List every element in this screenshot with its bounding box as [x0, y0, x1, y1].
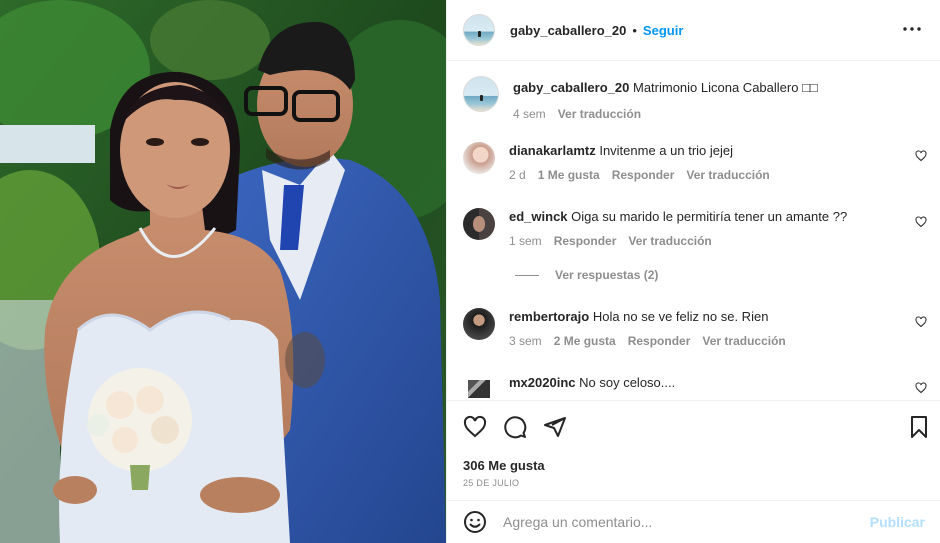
- comments-list[interactable]: gaby_caballero_20 Matrimonio Licona Caba…: [447, 62, 940, 400]
- post-date[interactable]: 25 DE JULIO: [463, 478, 519, 488]
- commenter-avatar[interactable]: [463, 208, 495, 240]
- comment-row: ed_winck Oiga su marido le permitiría te…: [463, 208, 927, 250]
- share-icon[interactable]: [543, 415, 567, 439]
- comment-text: No soy celoso....: [579, 375, 676, 390]
- comment-text: Invitenme a un trio jejej: [599, 143, 734, 158]
- comment-text: Oiga su marido le permitiría tener un am…: [571, 209, 848, 224]
- header-separator: •: [632, 22, 637, 38]
- comment-likes[interactable]: 1 Me gusta: [538, 166, 600, 184]
- caption-text: Matrimonio Licona Caballero □□: [632, 80, 818, 95]
- comment-row: dianakarlamtz Invitenme a un trio jejej …: [463, 142, 927, 184]
- comment-heart-icon[interactable]: [915, 316, 927, 328]
- caption-translate-link[interactable]: Ver traducción: [558, 105, 641, 123]
- translate-link[interactable]: Ver traducción: [702, 332, 785, 350]
- reply-button[interactable]: Responder: [554, 232, 617, 250]
- likes-count[interactable]: 306 Me gusta: [463, 458, 545, 473]
- commenter-username[interactable]: ed_winck: [509, 209, 568, 224]
- reply-button[interactable]: Responder: [628, 332, 691, 350]
- view-replies-label: Ver respuestas (2): [555, 268, 659, 282]
- commenter-username[interactable]: dianakarlamtz: [509, 143, 596, 158]
- comment-row: rembertorajo Hola no se ve feliz no se. …: [463, 308, 927, 350]
- comment-row: mx2020inc No soy celoso....: [463, 374, 927, 400]
- replies-divider: [515, 274, 539, 276]
- comment-icon[interactable]: [503, 415, 527, 439]
- translate-link[interactable]: Ver traducción: [628, 232, 711, 250]
- comment-text: Hola no se ve feliz no se. Rien: [592, 309, 769, 324]
- author-avatar[interactable]: [463, 14, 495, 46]
- comment-age[interactable]: 3 sem: [509, 332, 542, 350]
- comment-age[interactable]: 1 sem: [509, 232, 542, 250]
- comment-age[interactable]: 2 d: [509, 166, 526, 184]
- commenter-username[interactable]: rembertorajo: [509, 309, 589, 324]
- action-bar: 306 Me gusta 25 DE JULIO: [447, 400, 940, 500]
- follow-button[interactable]: Seguir: [643, 23, 683, 38]
- post-photo[interactable]: [0, 0, 446, 543]
- reply-button[interactable]: Responder: [612, 166, 675, 184]
- comment-heart-icon[interactable]: [915, 150, 927, 162]
- comment-composer: Publicar: [447, 500, 940, 543]
- caption-avatar[interactable]: [463, 76, 499, 112]
- emoji-icon[interactable]: [463, 510, 487, 534]
- commenter-avatar[interactable]: [463, 308, 495, 340]
- publish-button[interactable]: Publicar: [870, 514, 925, 530]
- post-header: gaby_caballero_20 • Seguir: [447, 0, 940, 61]
- view-replies-button[interactable]: Ver respuestas (2): [515, 268, 658, 282]
- author-username[interactable]: gaby_caballero_20: [510, 23, 626, 38]
- bookmark-icon[interactable]: [907, 415, 931, 439]
- comment-input[interactable]: [503, 514, 870, 530]
- post-panel: gaby_caballero_20 • Seguir gaby_caballer…: [446, 0, 940, 543]
- more-icon[interactable]: [900, 17, 924, 44]
- comment-heart-icon[interactable]: [915, 382, 927, 394]
- caption-username[interactable]: gaby_caballero_20: [513, 80, 629, 95]
- commenter-username[interactable]: mx2020inc: [509, 375, 576, 390]
- comment-likes[interactable]: 2 Me gusta: [554, 332, 616, 350]
- commenter-avatar[interactable]: [463, 374, 495, 400]
- translate-link[interactable]: Ver traducción: [686, 166, 769, 184]
- caption-row: gaby_caballero_20 Matrimonio Licona Caba…: [463, 76, 927, 123]
- comment-heart-icon[interactable]: [915, 216, 927, 228]
- heart-icon[interactable]: [463, 415, 487, 439]
- caption-age[interactable]: 4 sem: [513, 105, 546, 123]
- commenter-avatar[interactable]: [463, 142, 495, 174]
